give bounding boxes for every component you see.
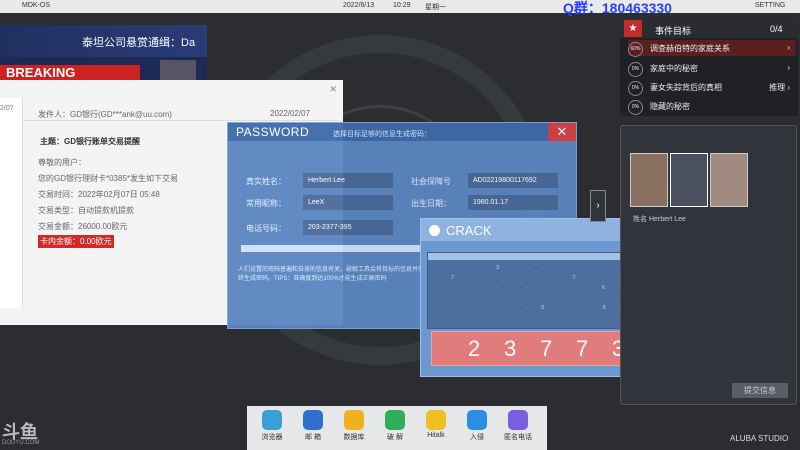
email-line: 交易时间：2022年02月07日 05:48 bbox=[38, 190, 160, 199]
dock-intrude[interactable]: 入侵 bbox=[457, 410, 497, 442]
password-subtitle: 选择目标足够的信息生成密码： bbox=[333, 131, 431, 138]
email-list[interactable]: 2/07 bbox=[0, 98, 23, 308]
birthdate-field[interactable]: 1980.01.17 bbox=[468, 195, 558, 210]
code-digit: 7 bbox=[576, 336, 589, 361]
hook-icon bbox=[467, 410, 487, 430]
email-line: 交易类型：自动提款机提款 bbox=[38, 206, 134, 215]
weekday-label: 星期一 bbox=[425, 4, 446, 11]
field-label: 社会保障号 bbox=[411, 177, 451, 186]
password-title: PASSWORD bbox=[236, 125, 310, 139]
code-digit: 7 bbox=[540, 336, 553, 361]
task-progress: 0% bbox=[628, 100, 643, 115]
expand-characters-button[interactable]: › bbox=[590, 190, 606, 222]
dock-database[interactable]: 数据库 bbox=[334, 410, 374, 442]
portrait-herbert-lee[interactable] bbox=[670, 153, 708, 207]
email-line: 交易金额：26000.00欧元 bbox=[38, 222, 128, 231]
characters-panel: 姓名 Herbert Lee bbox=[620, 125, 797, 405]
dock-crack[interactable]: 破 解 bbox=[375, 410, 415, 442]
reasoning-button[interactable]: 推理 › bbox=[769, 82, 790, 93]
task-progress: 0% bbox=[628, 62, 643, 77]
dock-label: 破 解 bbox=[387, 434, 403, 441]
time-label: 10:29 bbox=[393, 2, 411, 9]
task-progress: 60% bbox=[628, 42, 643, 57]
close-icon[interactable]: ✕ bbox=[329, 84, 337, 95]
email-sender: 发件人：GD银行(GD***ank@uu.com) bbox=[38, 110, 172, 119]
shield-icon bbox=[385, 410, 405, 430]
os-name: MDK-OS bbox=[22, 2, 50, 9]
email-list-date: 2/07 bbox=[0, 105, 14, 112]
dock-anon-call[interactable]: 匿名电话 bbox=[498, 410, 538, 442]
character-name: 姓名 Herbert Lee bbox=[633, 216, 686, 223]
portrait-girl[interactable] bbox=[710, 153, 748, 207]
tasks-title: 事件目标 bbox=[655, 26, 692, 36]
mail-icon bbox=[303, 410, 323, 430]
submit-info-button[interactable]: 提交信息 bbox=[732, 383, 788, 398]
dock-label: 浏览器 bbox=[261, 434, 283, 441]
password-tips: 人们设置的密码普遍和自身的信息有关，破解工具会将目标的信息并列组合并最终生成密码… bbox=[238, 267, 449, 282]
qq-group-watermark: Q群：180463330 bbox=[563, 0, 672, 16]
studio-label: ALUBA STUDIO bbox=[730, 434, 789, 443]
matrix-row: · · · · · · · · · · · · · · bbox=[436, 315, 640, 321]
dock-label: 数据库 bbox=[343, 434, 365, 441]
globe-icon bbox=[262, 410, 282, 430]
task-item[interactable]: 0% 隐藏的秘密 bbox=[628, 98, 796, 115]
date-label: 2022/6/13 bbox=[343, 2, 375, 9]
matrix-row: · 7 · · · · · · · 7 · · · · bbox=[436, 275, 642, 281]
task-progress: 0% bbox=[628, 81, 643, 96]
dock-label: Hitalk bbox=[427, 432, 445, 439]
dock-label: 入侵 bbox=[470, 434, 484, 441]
portrait-woman[interactable] bbox=[630, 153, 668, 207]
dock-label: 匿名电话 bbox=[504, 434, 532, 441]
email-line: 尊敬的用户： bbox=[38, 158, 86, 167]
email-date: 2022/02/07 bbox=[270, 109, 311, 118]
phone-icon bbox=[508, 410, 528, 430]
matrix-row: · · · · · · · · · · · · · · bbox=[436, 295, 640, 301]
matrix-row: · · · · · · · 5 · · · 9 · · bbox=[436, 305, 642, 311]
task-label: 调查赫伯特的家庭关系 bbox=[650, 44, 730, 53]
settings-button[interactable]: SETTING bbox=[755, 2, 785, 9]
code-digit: 3 bbox=[504, 336, 517, 361]
dock: 浏览器 邮 箱 数据库 破 解 Hitalk 入侵 匿名电话 bbox=[247, 406, 547, 450]
code-digit: 2 bbox=[468, 336, 481, 361]
database-icon bbox=[344, 410, 364, 430]
task-label: 家庭中的秘密 bbox=[650, 64, 698, 73]
crack-title: CRACK bbox=[446, 223, 492, 238]
task-label: 妻女失踪背后的真相 bbox=[650, 83, 722, 92]
matrix-row: · · · · 3 · · · · · · · · · bbox=[436, 265, 641, 271]
task-item[interactable]: 60% 调查赫伯特的家庭关系 › bbox=[628, 40, 796, 57]
matrix-row: · · · · · · · · · · · X · · bbox=[436, 285, 642, 291]
close-icon[interactable]: ✕ bbox=[548, 123, 576, 141]
chat-icon bbox=[426, 410, 446, 430]
task-item[interactable]: 0% 妻女失踪背后的真相 推理 › bbox=[628, 79, 796, 96]
field-label: 常用昵称： bbox=[246, 199, 286, 208]
name-field[interactable]: Herbert Lee bbox=[303, 173, 393, 188]
phone-field[interactable]: 203-2377-395 bbox=[303, 220, 393, 235]
task-item[interactable]: 0% 家庭中的秘密 › bbox=[628, 60, 796, 77]
field-label: 出生日期： bbox=[411, 199, 451, 208]
star-icon: ★ bbox=[624, 20, 642, 37]
ssn-field[interactable]: AD02219800117692 bbox=[468, 173, 558, 188]
dock-label: 邮 箱 bbox=[305, 434, 321, 441]
email-subject: 主题：GD银行账单交易提醒 bbox=[40, 137, 140, 146]
dock-hitalk[interactable]: Hitalk bbox=[416, 410, 456, 439]
dock-mail[interactable]: 邮 箱 bbox=[293, 410, 333, 442]
news-title: 泰坦公司悬赏通缉：Da bbox=[82, 37, 196, 49]
email-line: 您的GD银行理财卡*0385*发生如下交易 bbox=[38, 174, 179, 183]
globe-icon bbox=[429, 225, 440, 236]
dock-browser[interactable]: 浏览器 bbox=[252, 410, 292, 442]
email-balance: 卡内余额：0.00欧元 bbox=[38, 235, 114, 248]
field-label: 真实姓名： bbox=[246, 177, 286, 186]
task-label: 隐藏的秘密 bbox=[650, 102, 690, 111]
system-top-bar: MDK-OS 2022/6/13 10:29 星期一 SETTING bbox=[0, 0, 800, 13]
nickname-field[interactable]: LeeX bbox=[303, 195, 393, 210]
field-label: 电话号码： bbox=[246, 224, 286, 233]
chevron-right-icon: › bbox=[787, 43, 790, 52]
tasks-count: 0/4 bbox=[770, 24, 783, 34]
douyu-site: DOUYU.COM bbox=[2, 440, 40, 446]
chevron-right-icon: › bbox=[787, 63, 790, 72]
